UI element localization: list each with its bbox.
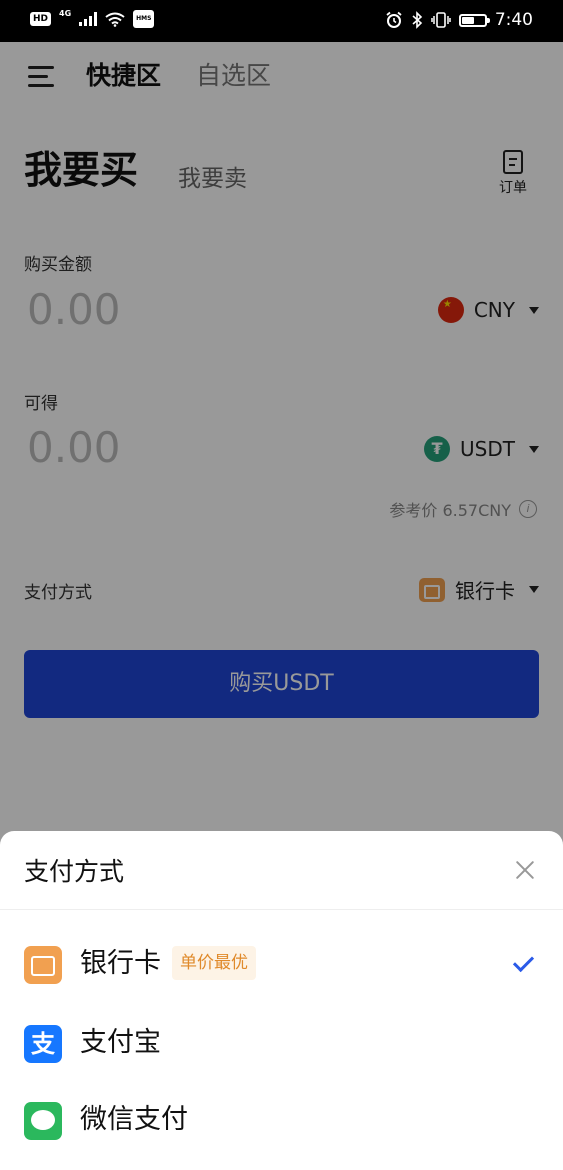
clock: 7:40 xyxy=(494,10,533,30)
sheet-title: 支付方式 xyxy=(24,857,125,886)
hms-badge: HMS xyxy=(133,10,155,28)
network-type: 4G xyxy=(59,8,72,18)
option-label: 微信支付 xyxy=(80,1104,188,1135)
close-icon[interactable] xyxy=(510,855,540,885)
option-label: 支付宝 xyxy=(80,1027,161,1058)
battery-icon xyxy=(458,13,490,27)
bluetooth-icon xyxy=(412,11,422,29)
alipay-icon: 支 xyxy=(24,1025,62,1063)
divider xyxy=(0,909,563,910)
payment-option-bank-card[interactable]: 银行卡 单价最优 xyxy=(0,926,563,1000)
alarm-icon xyxy=(386,11,402,28)
vibrate-icon xyxy=(431,12,451,28)
cellular-signal-icon xyxy=(79,12,98,26)
option-label: 银行卡 xyxy=(80,948,161,979)
payment-option-wechat[interactable]: 微信支付 xyxy=(0,1082,563,1156)
wechat-pay-icon xyxy=(24,1102,62,1140)
payment-method-sheet: 支付方式 银行卡 单价最优 支 支付宝 微信支付 xyxy=(0,831,563,1170)
check-icon xyxy=(514,954,538,970)
best-price-badge: 单价最优 xyxy=(172,946,256,980)
payment-option-alipay[interactable]: 支 支付宝 xyxy=(0,1005,563,1079)
status-bar: HD 4G HMS 7:40 xyxy=(0,0,563,42)
bank-card-icon xyxy=(24,946,62,984)
wifi-icon xyxy=(105,12,125,27)
hd-badge: HD xyxy=(30,12,52,26)
